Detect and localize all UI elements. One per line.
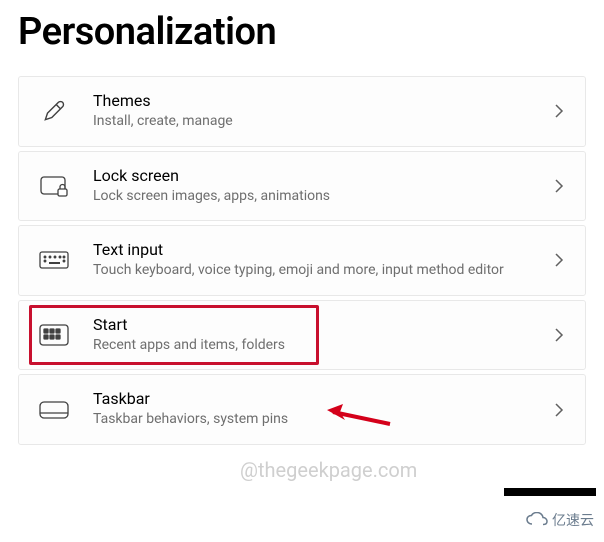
- settings-list: Themes Install, create, manage Lock scre…: [18, 76, 586, 445]
- chevron-right-icon: [551, 328, 567, 342]
- taskbar-icon: [33, 399, 75, 421]
- item-subtitle: Recent apps and items, folders: [93, 336, 551, 356]
- settings-item-start[interactable]: Start Recent apps and items, folders: [18, 300, 586, 371]
- lock-screen-icon: [33, 173, 75, 199]
- page-title: Personalization: [18, 10, 586, 54]
- settings-item-text-input[interactable]: Text input Touch keyboard, voice typing,…: [18, 225, 586, 296]
- watermark-logo: 亿速云: [526, 510, 594, 530]
- start-menu-icon: [33, 323, 75, 347]
- item-subtitle: Touch keyboard, voice typing, emoji and …: [93, 261, 551, 281]
- item-title: Text input: [93, 240, 551, 259]
- chevron-right-icon: [551, 253, 567, 267]
- watermark-bar: [504, 488, 596, 496]
- keyboard-icon: [33, 249, 75, 271]
- item-content: Lock screen Lock screen images, apps, an…: [93, 166, 551, 207]
- paintbrush-icon: [33, 98, 75, 124]
- settings-item-themes[interactable]: Themes Install, create, manage: [18, 76, 586, 147]
- item-title: Start: [93, 315, 551, 334]
- item-title: Lock screen: [93, 166, 551, 185]
- item-content: Themes Install, create, manage: [93, 91, 551, 132]
- chevron-right-icon: [551, 104, 567, 118]
- item-content: Taskbar Taskbar behaviors, system pins: [93, 389, 551, 430]
- settings-item-lock-screen[interactable]: Lock screen Lock screen images, apps, an…: [18, 151, 586, 222]
- item-title: Themes: [93, 91, 551, 110]
- chevron-right-icon: [551, 179, 567, 193]
- item-content: Start Recent apps and items, folders: [93, 315, 551, 356]
- chevron-right-icon: [551, 403, 567, 417]
- settings-item-taskbar[interactable]: Taskbar Taskbar behaviors, system pins: [18, 374, 586, 445]
- watermark-text: @thegeekpage.com: [240, 458, 417, 482]
- item-subtitle: Taskbar behaviors, system pins: [93, 410, 551, 430]
- item-subtitle: Lock screen images, apps, animations: [93, 187, 551, 207]
- item-content: Text input Touch keyboard, voice typing,…: [93, 240, 551, 281]
- item-title: Taskbar: [93, 389, 551, 408]
- item-subtitle: Install, create, manage: [93, 112, 551, 132]
